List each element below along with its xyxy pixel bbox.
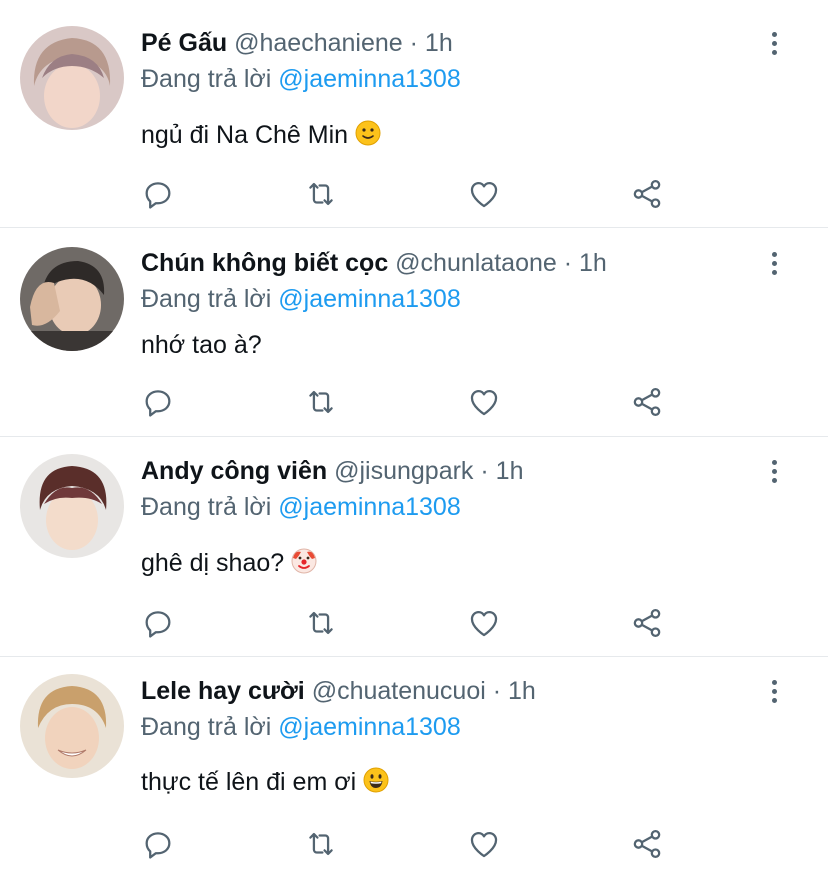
reply-icon[interactable]	[141, 177, 175, 211]
more-vertical-icon[interactable]	[768, 676, 780, 706]
timestamp[interactable]: 1h	[425, 29, 453, 57]
user-handle[interactable]: @jisungpark	[334, 457, 473, 485]
avatar[interactable]	[20, 26, 124, 130]
replying-label: Đang trả lời	[141, 285, 272, 313]
replying-to: Đang trả lời @jaeminna1308	[141, 712, 461, 742]
more-vertical-icon[interactable]	[768, 28, 780, 58]
tweet-text: ngủ đi Na Chê Min	[141, 121, 349, 149]
share-icon[interactable]	[630, 177, 664, 211]
replying-to: Đang trả lời @jaeminna1308	[141, 284, 461, 314]
tweet-text-row: ngủ đi Na Chê Min	[141, 120, 381, 153]
tweet-text: nhớ tao à?	[141, 331, 262, 359]
display-name[interactable]: Pé Gấu	[141, 29, 227, 57]
mention-link[interactable]: @jaeminna1308	[278, 713, 460, 741]
mention-link[interactable]: @jaeminna1308	[278, 65, 460, 93]
user-handle[interactable]: @chuatenucuoi	[312, 677, 486, 705]
retweet-icon[interactable]	[304, 177, 338, 211]
mention-link[interactable]: @jaeminna1308	[278, 493, 460, 521]
timestamp[interactable]: 1h	[579, 249, 607, 277]
reply-tweet[interactable]: Chún không biết cọc @chunlataone · 1h Đa…	[0, 228, 828, 437]
tweet-text-row: nhớ tao à?	[141, 330, 262, 360]
replying-label: Đang trả lời	[141, 713, 272, 741]
slightly-smiling-face-icon	[355, 120, 381, 153]
avatar[interactable]	[20, 454, 124, 558]
avatar[interactable]	[20, 247, 124, 351]
replying-label: Đang trả lời	[141, 65, 272, 93]
reply-tweet[interactable]: Andy công viên @jisungpark · 1h Đang trả…	[0, 437, 828, 657]
display-name[interactable]: Lele hay cười	[141, 677, 305, 705]
replying-label: Đang trả lời	[141, 493, 272, 521]
timestamp[interactable]: 1h	[496, 457, 524, 485]
tweet-text-row: ghê dị shao?	[141, 548, 317, 581]
share-icon[interactable]	[630, 385, 664, 419]
share-icon[interactable]	[630, 606, 664, 640]
reply-tweet[interactable]: Lele hay cười @chuatenucuoi · 1h Đang tr…	[0, 657, 828, 874]
tweet-text: thực tế lên đi em ơi	[141, 768, 357, 796]
share-icon[interactable]	[630, 827, 664, 861]
replying-to: Đang trả lời @jaeminna1308	[141, 64, 461, 94]
reply-tweet[interactable]: Pé Gấu @haechaniene · 1h Đang trả lời @j…	[0, 0, 828, 228]
user-handle[interactable]: @haechaniene	[234, 29, 403, 57]
separator: ·	[563, 249, 573, 277]
user-handle[interactable]: @chunlataone	[395, 249, 557, 277]
tweet-text-row: thực tế lên đi em ơi	[141, 767, 389, 800]
more-vertical-icon[interactable]	[768, 456, 780, 486]
reply-icon[interactable]	[141, 606, 175, 640]
retweet-icon[interactable]	[304, 827, 338, 861]
heart-icon[interactable]	[467, 827, 501, 861]
more-vertical-icon[interactable]	[768, 248, 780, 278]
reply-icon[interactable]	[141, 827, 175, 861]
separator: ·	[480, 457, 489, 485]
separator: ·	[492, 677, 502, 705]
display-name[interactable]: Chún không biết cọc	[141, 249, 388, 277]
replying-to: Đang trả lời @jaeminna1308	[141, 492, 461, 522]
timestamp[interactable]: 1h	[508, 677, 536, 705]
heart-icon[interactable]	[467, 385, 501, 419]
clown-face-icon	[291, 548, 317, 581]
avatar[interactable]	[20, 674, 124, 778]
retweet-icon[interactable]	[304, 385, 338, 419]
separator: ·	[409, 29, 418, 57]
grinning-face-icon	[363, 767, 389, 800]
display-name[interactable]: Andy công viên	[141, 457, 327, 485]
retweet-icon[interactable]	[304, 606, 338, 640]
reply-icon[interactable]	[141, 385, 175, 419]
tweet-text: ghê dị shao?	[141, 549, 285, 577]
heart-icon[interactable]	[467, 177, 501, 211]
mention-link[interactable]: @jaeminna1308	[278, 285, 460, 313]
heart-icon[interactable]	[467, 606, 501, 640]
